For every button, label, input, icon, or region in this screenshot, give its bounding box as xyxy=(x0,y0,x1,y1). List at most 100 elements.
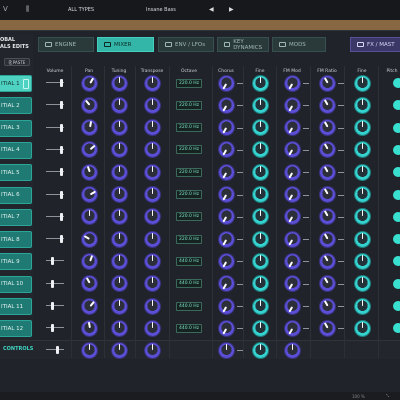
volume-fader[interactable] xyxy=(46,190,64,199)
partial-1-button[interactable]: ITIAL 1 xyxy=(0,75,32,92)
preset-name[interactable]: Insane Bass xyxy=(146,7,176,13)
fine-knob[interactable] xyxy=(354,320,370,336)
octave-field[interactable]: 440.0 Hz xyxy=(176,301,202,311)
tuning-knob[interactable] xyxy=(111,320,127,336)
solo-icon[interactable] xyxy=(23,79,29,89)
octave-field[interactable]: 220.0 Hz xyxy=(176,167,202,177)
volume-fader[interactable] xyxy=(46,145,64,154)
fine-knob[interactable] xyxy=(252,164,268,180)
transpose-knob[interactable] xyxy=(144,320,160,336)
global-fine-knob[interactable] xyxy=(252,342,268,358)
fine-knob[interactable] xyxy=(252,209,268,225)
transpose-knob[interactable] xyxy=(144,276,160,292)
fm-mod-knob[interactable] xyxy=(284,187,300,202)
pan-knob[interactable] xyxy=(81,142,97,158)
octave-field[interactable]: 220.0 Hz xyxy=(176,100,202,110)
pan-knob[interactable] xyxy=(81,187,97,202)
tuning-knob[interactable] xyxy=(111,164,127,180)
volume-fader[interactable] xyxy=(46,79,64,87)
pitch-knob[interactable] xyxy=(393,78,400,88)
fine-knob[interactable] xyxy=(354,97,370,113)
fader-handle[interactable] xyxy=(60,168,63,177)
global-tuning-knob[interactable] xyxy=(111,342,127,358)
fm-ratio-knob[interactable] xyxy=(319,320,335,336)
transpose-knob[interactable] xyxy=(144,209,160,225)
next-preset-button[interactable]: ▶ xyxy=(229,6,234,13)
fader-handle[interactable] xyxy=(56,346,59,354)
partial-6-button[interactable]: ITIAL 6 xyxy=(0,186,32,204)
tuning-knob[interactable] xyxy=(111,97,127,113)
chorus-knob[interactable] xyxy=(218,120,234,136)
zoom-level[interactable]: 100 % xyxy=(352,394,365,399)
transpose-knob[interactable] xyxy=(144,231,160,247)
octave-field[interactable]: 220.0 Hz xyxy=(176,190,202,199)
fader-handle[interactable] xyxy=(51,279,54,288)
fine-knob[interactable] xyxy=(252,253,268,269)
octave-field[interactable]: 220.0 Hz xyxy=(176,212,202,222)
transpose-knob[interactable] xyxy=(144,120,160,136)
fader-handle[interactable] xyxy=(51,257,54,266)
chorus-knob[interactable] xyxy=(218,298,234,314)
fine-knob[interactable] xyxy=(354,253,370,269)
partial-10-button[interactable]: ITIAL 10 xyxy=(0,275,32,293)
fm-ratio-knob[interactable] xyxy=(319,75,335,91)
library-icon[interactable]: ⫼ xyxy=(26,5,29,14)
tab-engine[interactable]: ENGINE xyxy=(38,37,94,52)
fm-mod-knob[interactable] xyxy=(284,75,300,91)
fm-ratio-knob[interactable] xyxy=(319,253,335,269)
pitch-knob[interactable] xyxy=(393,256,400,267)
fm-mod-knob[interactable] xyxy=(284,253,300,269)
pan-knob[interactable] xyxy=(81,75,97,91)
tab-mixer[interactable]: MIXER xyxy=(97,37,154,52)
prev-preset-button[interactable]: ◀ xyxy=(209,6,214,13)
pan-knob[interactable] xyxy=(81,231,97,247)
fm-ratio-knob[interactable] xyxy=(319,298,335,314)
fm-mod-knob[interactable] xyxy=(284,298,300,314)
fm-mod-knob[interactable] xyxy=(284,164,300,180)
fm-ratio-knob[interactable] xyxy=(319,164,335,180)
octave-field[interactable]: 220.0 Hz xyxy=(176,145,202,155)
paste-button[interactable]: ⎘ PASTE xyxy=(4,58,30,66)
transpose-knob[interactable] xyxy=(144,75,160,91)
chorus-knob[interactable] xyxy=(218,164,234,180)
pitch-knob[interactable] xyxy=(393,278,400,289)
transpose-knob[interactable] xyxy=(144,298,160,314)
chorus-knob[interactable] xyxy=(218,276,234,292)
tab-fx-mast[interactable]: FX / MAST xyxy=(350,37,400,52)
resize-icon[interactable]: ⤡ xyxy=(386,393,389,398)
fader-handle[interactable] xyxy=(60,101,63,110)
fader-handle[interactable] xyxy=(60,79,63,87)
pitch-knob[interactable] xyxy=(393,100,400,111)
fine-knob[interactable] xyxy=(252,187,268,202)
volume-fader[interactable] xyxy=(46,279,64,288)
partial-5-button[interactable]: ITIAL 5 xyxy=(0,164,32,182)
fader-handle[interactable] xyxy=(60,212,63,221)
global-volume-fader[interactable] xyxy=(46,346,64,354)
pan-knob[interactable] xyxy=(81,298,97,314)
transpose-knob[interactable] xyxy=(144,187,160,202)
partial-2-button[interactable]: ITIAL 2 xyxy=(0,97,32,115)
fm-ratio-knob[interactable] xyxy=(319,209,335,225)
fm-mod-knob[interactable] xyxy=(284,142,300,158)
global-fm-mod-knob[interactable] xyxy=(284,342,300,358)
tuning-knob[interactable] xyxy=(111,231,127,247)
chorus-knob[interactable] xyxy=(218,320,234,336)
transpose-knob[interactable] xyxy=(144,253,160,269)
tuning-knob[interactable] xyxy=(111,209,127,225)
volume-fader[interactable] xyxy=(46,257,64,266)
fm-mod-knob[interactable] xyxy=(284,231,300,247)
volume-fader[interactable] xyxy=(46,235,64,244)
transpose-knob[interactable] xyxy=(144,164,160,180)
partial-11-button[interactable]: ITIAL 11 xyxy=(0,298,32,315)
partial-3-button[interactable]: ITIAL 3 xyxy=(0,119,32,137)
fine-knob[interactable] xyxy=(354,276,370,292)
fader-handle[interactable] xyxy=(60,190,63,199)
pan-knob[interactable] xyxy=(81,253,97,269)
tab-env-lfos[interactable]: ENV / LFOs xyxy=(158,37,214,52)
volume-fader[interactable] xyxy=(46,212,64,221)
types-filter[interactable]: ALL TYPES xyxy=(68,7,94,13)
fm-mod-knob[interactable] xyxy=(284,276,300,292)
chorus-knob[interactable] xyxy=(218,253,234,269)
fine-knob[interactable] xyxy=(354,209,370,225)
fine-knob[interactable] xyxy=(252,75,268,91)
